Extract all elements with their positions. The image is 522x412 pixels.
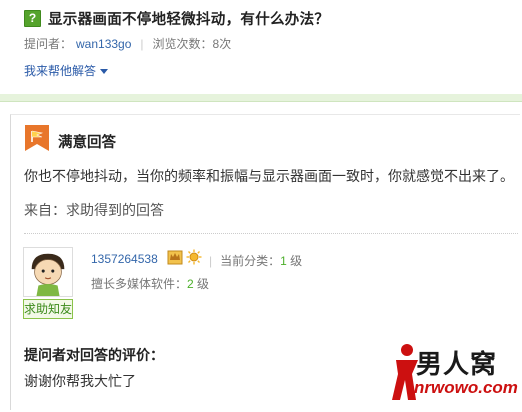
meta-separator: | (140, 37, 144, 51)
dotted-divider (24, 233, 518, 234)
question-mark-icon: ? (24, 10, 41, 27)
best-answer-title: 满意回答 (58, 135, 116, 151)
watermark-en: nrwowo.com (414, 378, 518, 397)
meta-separator: | (209, 254, 213, 268)
flag-badge-icon (25, 125, 49, 151)
question-header: ? 显示器画面不停地轻微抖动，有什么办法？ 提问者： wan133go | 浏览次数：… (0, 0, 522, 104)
evaluation-text: 谢谢你帮我大忙了 (24, 373, 136, 389)
asker-link[interactable]: wan133go (76, 37, 131, 51)
dropdown-arrow-icon (100, 69, 109, 75)
expertise-level-suffix: 级 (197, 277, 210, 291)
crown-badge-icon (167, 250, 183, 265)
question-title: 显示器画面不停地轻微抖动，有什么办法？ (48, 12, 330, 28)
section-divider (0, 94, 522, 102)
watermark-logo: 男人窝 nrwowo.com (386, 340, 520, 410)
current-category: | 当前分类：1 级 (209, 252, 302, 269)
category-label: 当前分类： (220, 254, 281, 268)
category-level: 1 (280, 254, 287, 268)
expertise-level: 2 (187, 277, 194, 291)
help-answer-link[interactable]: 我来帮他解答 (24, 62, 109, 79)
watermark-cn: 男人窝 (416, 350, 498, 380)
expertise-label: 擅长多媒体软件： (91, 277, 188, 291)
help-answer-label: 我来帮他解答 (24, 64, 97, 78)
asker-label: 提问者： (24, 37, 73, 51)
answer-text: 你也不停地抖动，当你的频率和振幅与显示器画面一致时，你就感觉不出来了。 (24, 168, 514, 184)
answerer-name-link[interactable]: 1357264538 (91, 252, 158, 266)
answerer-avatar-block: 求助知友 (23, 247, 73, 319)
avatar[interactable] (23, 247, 73, 297)
sun-badge-icon (186, 249, 202, 265)
question-meta: 提问者： wan133go | 浏览次数：8次 (24, 35, 231, 52)
avatar-label[interactable]: 求助知友 (23, 299, 73, 319)
view-count: 浏览次数：8次 (152, 37, 232, 51)
evaluation-title: 提问者对回答的评价： (24, 347, 164, 363)
expertise: 擅长多媒体软件：2 级 (91, 275, 209, 292)
answer-source: 来自：求助得到的回答 (24, 202, 164, 218)
category-level-suffix: 级 (290, 254, 303, 268)
